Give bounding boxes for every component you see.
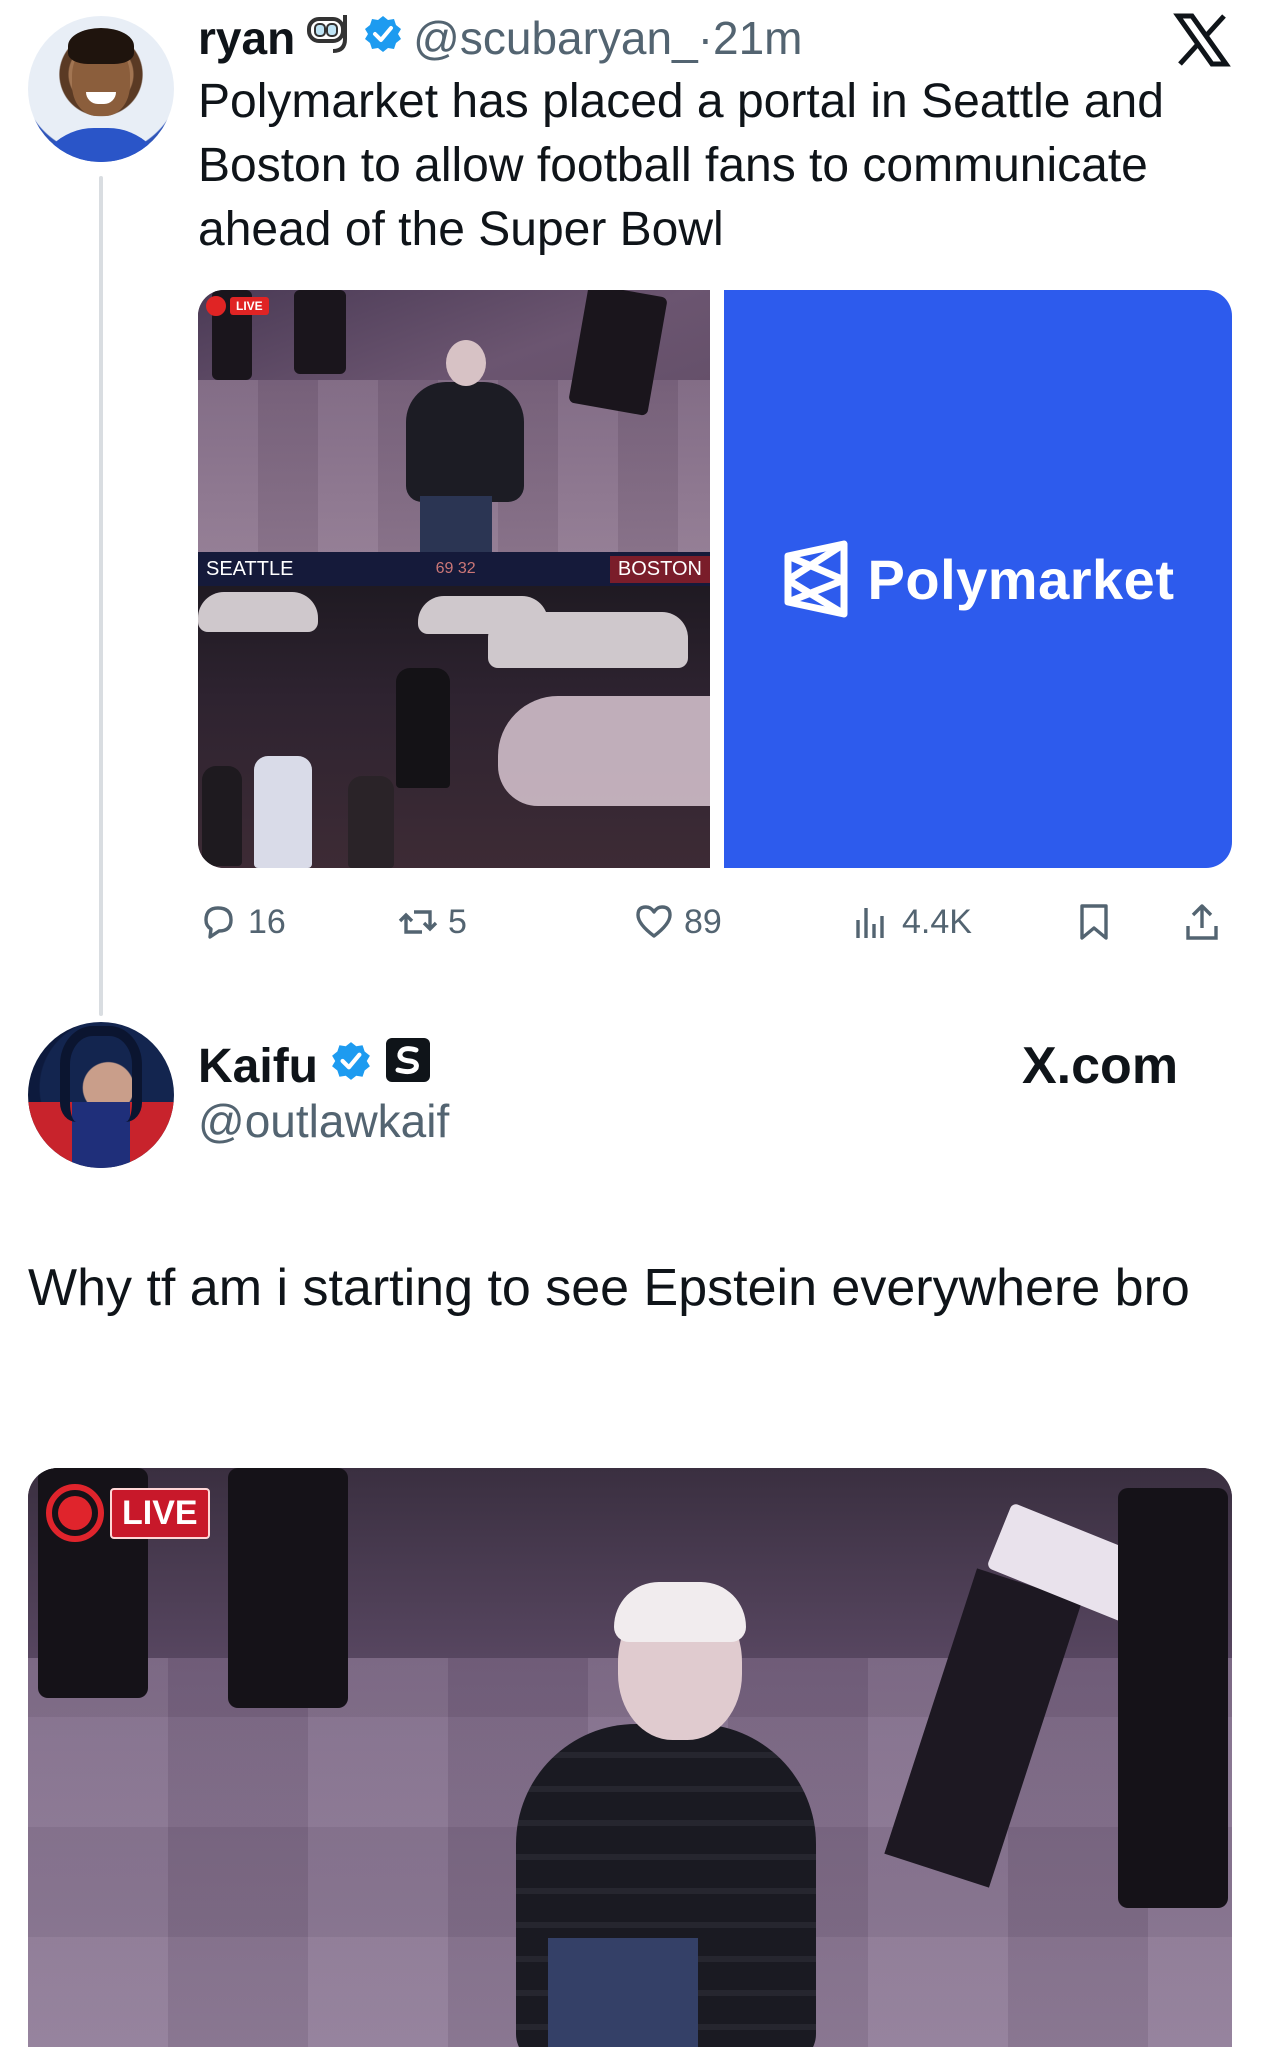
bystander-figure [294, 290, 346, 374]
tweet2-media-portal-image[interactable]: LIVE [28, 1468, 1232, 2047]
parked-car [198, 592, 318, 632]
avatar-kaifu[interactable] [28, 1022, 174, 1168]
live-indicator: LIVE [206, 296, 269, 316]
city-split-bar: SEATTLE 69 32 BOSTON [198, 552, 710, 586]
tweet1-handle[interactable]: @scubaryan_ [413, 11, 698, 65]
repost-icon [398, 910, 438, 934]
tweet2-text: Why tf am i starting to see Epstein ever… [28, 1259, 1190, 1317]
tweet1-media-polymarket-card[interactable]: Polymarket [724, 290, 1232, 868]
man-jeans [420, 496, 492, 552]
avatar-shirt [34, 128, 168, 162]
tweet1-action-bar: 16 5 89 4.4K [198, 890, 1238, 954]
man-jeans [548, 1938, 698, 2047]
bystander-figure [1118, 1488, 1228, 1908]
score-readout: 69 32 [435, 560, 476, 577]
man-jacket [406, 382, 524, 502]
polymarket-logo-icon [784, 540, 848, 618]
man-white-hair [614, 1582, 746, 1642]
tweet1-media-portal-feed[interactable]: LIVE SEATTLE 69 32 BOSTON [198, 290, 710, 868]
reply-count: 16 [248, 902, 286, 941]
live-label: LIVE [110, 1487, 210, 1539]
bookmark-icon [1080, 904, 1108, 940]
diving-mask-emoji-icon [305, 9, 353, 68]
fan-figure [348, 776, 394, 868]
like-count: 89 [684, 902, 722, 941]
parked-car [488, 612, 688, 668]
stake-badge-icon [384, 1036, 432, 1096]
seattle-camera-feed: LIVE [198, 290, 710, 552]
avatar-hair [60, 1026, 142, 1122]
boston-camera-feed [198, 586, 710, 868]
tweet1-time[interactable]: 21m [713, 11, 802, 65]
tweet1-display-name[interactable]: ryan [198, 11, 295, 65]
verified-badge-icon [330, 1039, 372, 1094]
tweet1-separator: · [697, 12, 714, 64]
reply-button[interactable]: 16 [198, 890, 286, 954]
bystander-legs [228, 1468, 348, 1708]
seattle-label: SEATTLE [206, 557, 294, 580]
share-button[interactable] [1182, 890, 1222, 954]
repost-button[interactable]: 5 [398, 890, 467, 954]
views-count: 4.4K [902, 902, 972, 941]
reply-icon [204, 906, 233, 939]
tweet2-display-name[interactable]: Kaifu [198, 1039, 318, 1094]
tweet1-header: ryan @scubaryan_ · 21m [198, 6, 803, 70]
repost-count: 5 [448, 902, 467, 941]
heart-icon [636, 905, 672, 938]
tweet2-handle[interactable]: @outlawkaif [198, 1094, 449, 1148]
live-label: LIVE [230, 297, 269, 315]
fan-figure [396, 668, 450, 788]
boston-label: BOSTON [609, 555, 710, 583]
x-logo-icon[interactable] [1172, 10, 1232, 70]
avatar-ryan[interactable] [28, 16, 174, 162]
tweet2-header: Kaifu [198, 1034, 432, 1098]
snow-patch [498, 696, 710, 806]
tweet1-text: Polymarket has placed a portal in Seattl… [198, 75, 1164, 256]
thread-line [99, 176, 103, 1016]
man-head [446, 340, 486, 386]
live-indicator: LIVE [46, 1484, 210, 1542]
bookmark-button[interactable] [1074, 890, 1114, 954]
xcom-source-label: X.com [1022, 1037, 1179, 1095]
fan-figure [202, 766, 242, 866]
like-button[interactable]: 89 [634, 890, 722, 954]
share-icon [1186, 904, 1218, 940]
verified-badge-icon [363, 11, 403, 65]
analytics-bars-icon [856, 908, 884, 938]
live-dot-icon [206, 296, 226, 316]
fan-figure [254, 756, 312, 868]
views-button[interactable]: 4.4K [852, 890, 972, 954]
avatar-hair [68, 28, 134, 64]
polymarket-wordmark: Polymarket [867, 547, 1175, 611]
live-record-icon [46, 1484, 104, 1542]
